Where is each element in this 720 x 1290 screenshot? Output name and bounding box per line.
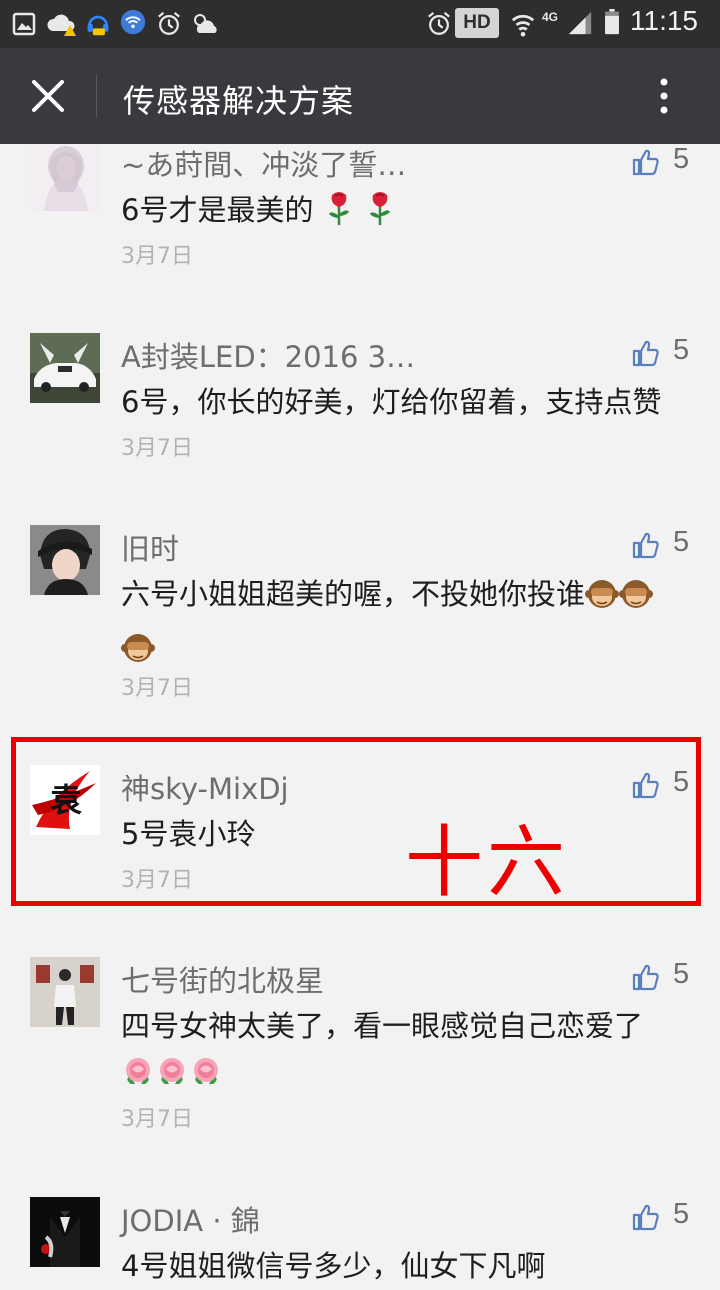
comment-text: 6号，你长的好美，灯给你留着，支持点赞 (121, 385, 662, 419)
title-divider (96, 74, 97, 118)
rose-emoji (364, 190, 396, 240)
avatar[interactable] (30, 1197, 100, 1267)
flower-emoji (121, 1056, 155, 1104)
thumbs-up-icon (632, 964, 659, 991)
status-bar: HD 4G 11:15 (0, 0, 720, 48)
comment-text: 六号小姐姐超美的喔，不投她你投谁 (121, 570, 691, 678)
comment-nickname[interactable]: 七号街的北极星 (121, 958, 324, 1000)
like-count: 5 (673, 334, 690, 366)
comment-date: 3月7日 (121, 244, 193, 269)
hd-badge: HD (455, 8, 499, 38)
comment-nickname[interactable]: A封装LED：2016 3… (121, 334, 415, 376)
see-no-evil-monkey-emoji (619, 576, 654, 624)
comment-text: 6号才是最美的 (121, 186, 691, 240)
thumbs-up-icon (632, 340, 659, 367)
like-button[interactable]: 5 (632, 334, 692, 373)
avatar[interactable] (30, 525, 100, 595)
like-button[interactable]: 5 (632, 143, 692, 182)
network-type: 4G (542, 10, 559, 24)
comment-text-content: 6号才是最美的 (121, 193, 314, 227)
like-count: 5 (673, 958, 690, 990)
highlight-box (11, 737, 701, 906)
more-vertical-icon[interactable] (646, 76, 682, 116)
comment-text: 四号女神太美了，看一眼感觉自己恋爱了 (121, 1002, 681, 1104)
like-button[interactable]: 5 (632, 1198, 692, 1237)
thumbs-up-icon (632, 149, 659, 176)
headset-icon (87, 15, 109, 36)
weather-icon (194, 14, 217, 33)
signal-icon (568, 11, 592, 35)
comment-list (0, 144, 720, 1280)
comment-date: 3月7日 (121, 1107, 193, 1132)
see-no-evil-monkey-emoji (585, 576, 620, 624)
clock: 11:15 (630, 5, 698, 36)
close-icon[interactable] (28, 76, 68, 116)
avatar[interactable] (30, 957, 100, 1027)
comment-nickname[interactable]: JODIA · 錦 (121, 1198, 260, 1240)
comment-text-content: 四号女神太美了，看一眼感觉自己恋爱了 (121, 1009, 644, 1043)
comment-text-content: 六号小姐姐超美的喔，不投她你投谁 (121, 577, 586, 611)
cloud-warning-icon (47, 14, 76, 36)
avatar[interactable] (30, 142, 100, 211)
like-count: 5 (673, 143, 690, 175)
thumbs-up-icon (632, 532, 659, 559)
alarm-icon (428, 11, 450, 35)
like-button[interactable]: 5 (632, 958, 692, 997)
wifi-icon (511, 14, 535, 37)
like-count: 5 (673, 526, 690, 558)
flower-emoji (189, 1056, 223, 1104)
like-button[interactable]: 5 (632, 526, 692, 565)
comment-date: 3月7日 (121, 436, 193, 461)
alarm-icon (158, 11, 180, 35)
battery-icon (605, 9, 619, 35)
comment-text: 4号姐姐微信号多少，仙女下凡啊 (121, 1249, 546, 1283)
comment-nickname[interactable]: 旧时 (121, 526, 179, 568)
wifi-circle-icon (120, 9, 146, 35)
like-count: 5 (673, 1198, 690, 1230)
rose-emoji (323, 190, 355, 240)
gallery-icon (12, 12, 36, 36)
avatar[interactable] (30, 333, 100, 403)
title-bar: 传感器解决方案 (0, 48, 720, 144)
page-title: 传感器解决方案 (123, 82, 355, 120)
thumbs-up-icon (632, 1204, 659, 1231)
comment-nickname[interactable]: ~あ莳間、冲淡了誓… (121, 142, 406, 184)
flower-emoji (155, 1056, 189, 1104)
annotation-text: 十六 (405, 818, 570, 908)
comment-date: 3月7日 (121, 676, 193, 701)
